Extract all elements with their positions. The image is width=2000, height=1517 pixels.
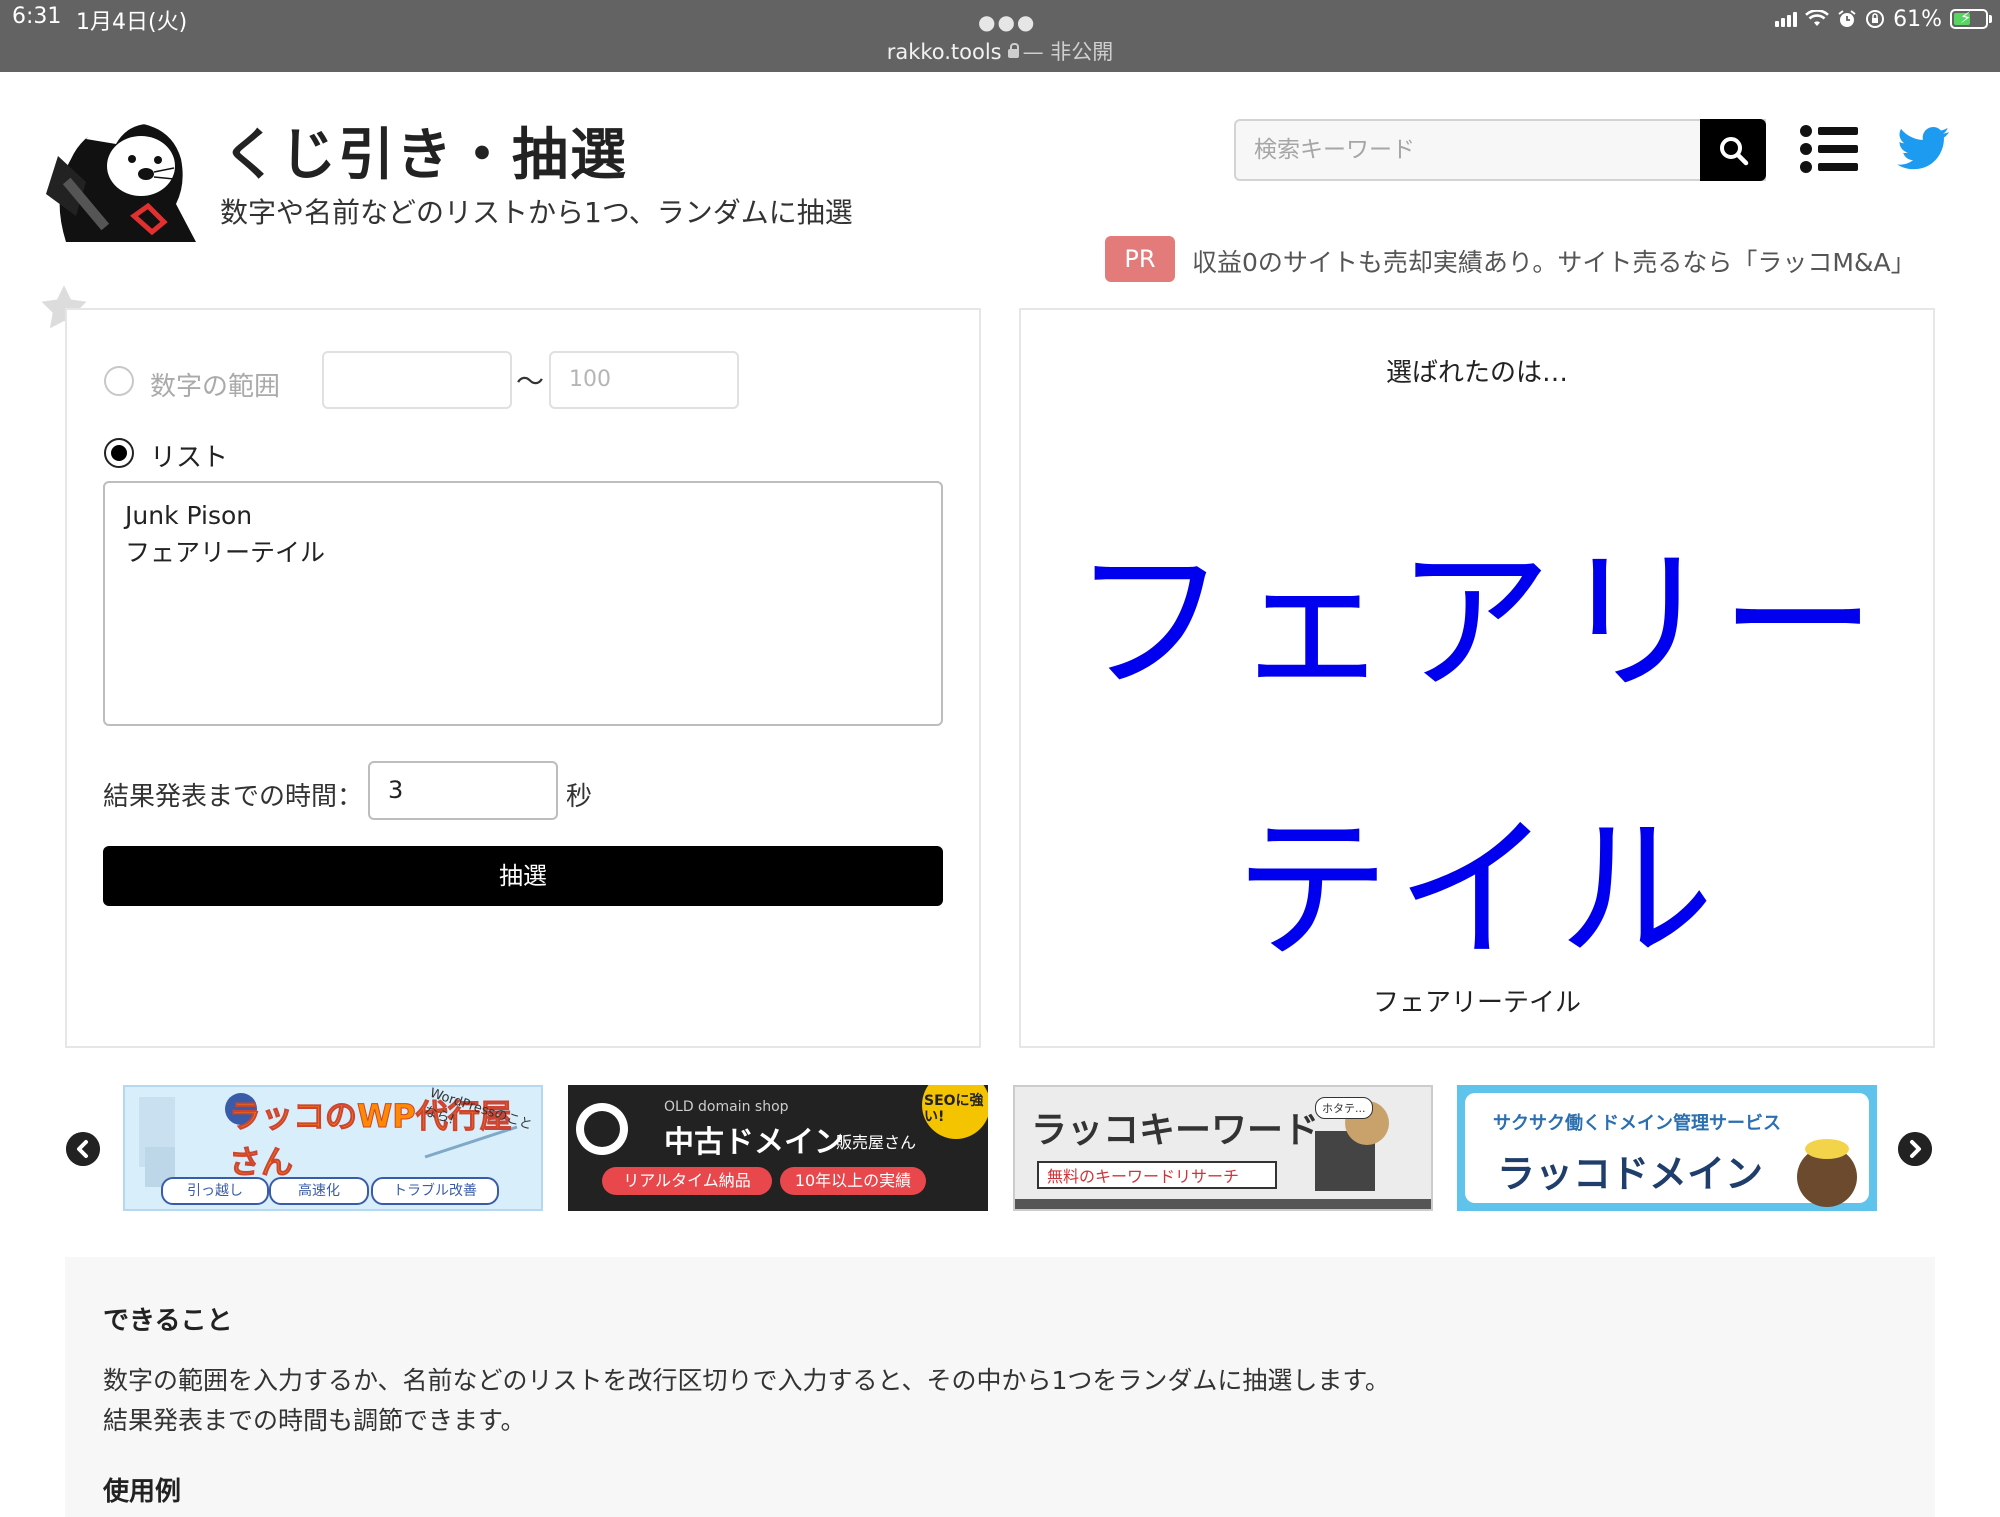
range-label: 数字の範囲	[150, 372, 281, 402]
wifi-icon	[1805, 10, 1829, 26]
banner-keyword-bubble: ホタテ...	[1315, 1097, 1373, 1119]
banner-domain-tag: リアルタイム納品	[602, 1167, 772, 1195]
banner-keyword-sub: 無料のキーワードリサーチ	[1037, 1161, 1277, 1189]
banner-domain-tag: 10年以上の実績	[780, 1167, 926, 1195]
twitter-icon[interactable]	[1896, 122, 1952, 174]
info-text: 結果発表までの時間も調節できます。	[103, 1406, 526, 1435]
page-title: くじ引き・抽選	[222, 123, 628, 188]
range-radio[interactable]	[104, 366, 134, 396]
alarm-icon	[1838, 10, 1856, 27]
draw-button[interactable]: 抽選	[103, 846, 943, 906]
result-heading: 選ばれたのは…	[1385, 358, 1568, 388]
time-input[interactable]: 3	[368, 761, 558, 820]
banner-domain-suffix: 販売屋さん	[836, 1133, 917, 1152]
chevron-right-icon[interactable]	[1898, 1132, 1932, 1166]
banner-wp-agency[interactable]: ラッコのWP代行屋さん WordPressのことなら! 引っ越し 高速化 トラブ…	[123, 1085, 543, 1211]
orientation-lock-icon	[1866, 10, 1885, 28]
info-text: 数字の範囲を入力するか、名前などのリストを改行区切りで入力すると、その中から1つ…	[103, 1366, 1390, 1395]
status-date: 1月4日(火)	[76, 10, 188, 35]
status-time: 6:31	[12, 4, 62, 29]
status-bar: 6:31 1月4日(火) ●●● rakko.tools — 非公開 61% ⚡	[0, 0, 2000, 72]
banner-old-domain[interactable]: OLD domain shop 中古ドメイン 販売屋さん SEOに強い! リアル…	[568, 1085, 988, 1211]
battery-icon: ⚡	[1950, 8, 1992, 29]
banner-domain-badge: SEOに強い!	[924, 1093, 984, 1125]
page-subtitle: 数字や名前などのリストから1つ、ランダムに抽選	[220, 196, 853, 229]
usage-heading: 使用例	[103, 1477, 182, 1507]
list-radio[interactable]	[104, 438, 134, 468]
chevron-left-icon[interactable]	[66, 1132, 100, 1166]
banner-rakko-domain[interactable]: サクサク働くドメイン管理サービス ラッコドメイン	[1457, 1085, 1877, 1211]
list-textarea[interactable]: Junk Pison フェアリーテイル	[103, 481, 943, 726]
rakko-logo[interactable]	[46, 104, 196, 242]
url-bar[interactable]: rakko.tools — 非公開	[0, 36, 2000, 66]
url-text: rakko.tools	[886, 40, 1002, 64]
banner-rakko-keyword[interactable]: ラッコキーワード ホタテ... 無料のキーワードリサーチ	[1013, 1085, 1433, 1211]
menu-icon[interactable]	[1800, 124, 1858, 174]
signal-icon	[1775, 11, 1798, 27]
list-item: Junk Pison	[125, 501, 253, 530]
banner-wp-tag: 引っ越し	[161, 1177, 269, 1205]
banner-domain-title: 中古ドメイン	[664, 1125, 844, 1160]
privacy-label: — 非公開	[1022, 40, 1114, 64]
banner-rakko-domain-top: サクサク働くドメイン管理サービス	[1493, 1113, 1781, 1134]
battery-percent: 61%	[1893, 6, 1942, 32]
banner-keyword-title: ラッコキーワード	[1031, 1110, 1320, 1151]
search-input[interactable]	[1236, 121, 1764, 179]
banner-rakko-domain-title: ラッコドメイン	[1497, 1152, 1764, 1196]
range-tilde: 〜	[516, 365, 545, 398]
banner-wp-tag: 高速化	[269, 1177, 369, 1205]
range-max-input[interactable]: 100	[549, 351, 739, 409]
result-small-text: フェアリーテイル	[1372, 988, 1581, 1018]
info-heading: できること	[103, 1306, 233, 1336]
list-item: フェアリーテイル	[125, 538, 326, 567]
search-box	[1234, 119, 1766, 181]
banner-wp-tag: トラブル改善	[371, 1177, 499, 1205]
search-button[interactable]	[1700, 119, 1766, 181]
result-big-line: フェアリー	[1072, 531, 1882, 713]
list-label: リスト	[150, 443, 229, 473]
pr-badge: PR	[1105, 236, 1175, 282]
banner-domain-top: OLD domain shop	[664, 1099, 789, 1115]
time-unit: 秒	[566, 782, 593, 812]
range-min-input[interactable]	[322, 351, 512, 409]
search-icon	[1720, 137, 1749, 166]
time-label: 結果発表までの時間：	[103, 782, 364, 812]
result-big-text: フェアリー テイル	[1050, 488, 1904, 1024]
lock-icon	[1007, 43, 1019, 58]
more-dots-icon[interactable]: ●●●	[978, 10, 1036, 34]
pr-ad-link[interactable]: 収益0のサイトも売却実績あり。サイト売るなら「ラッコM&A」	[1192, 243, 1916, 279]
